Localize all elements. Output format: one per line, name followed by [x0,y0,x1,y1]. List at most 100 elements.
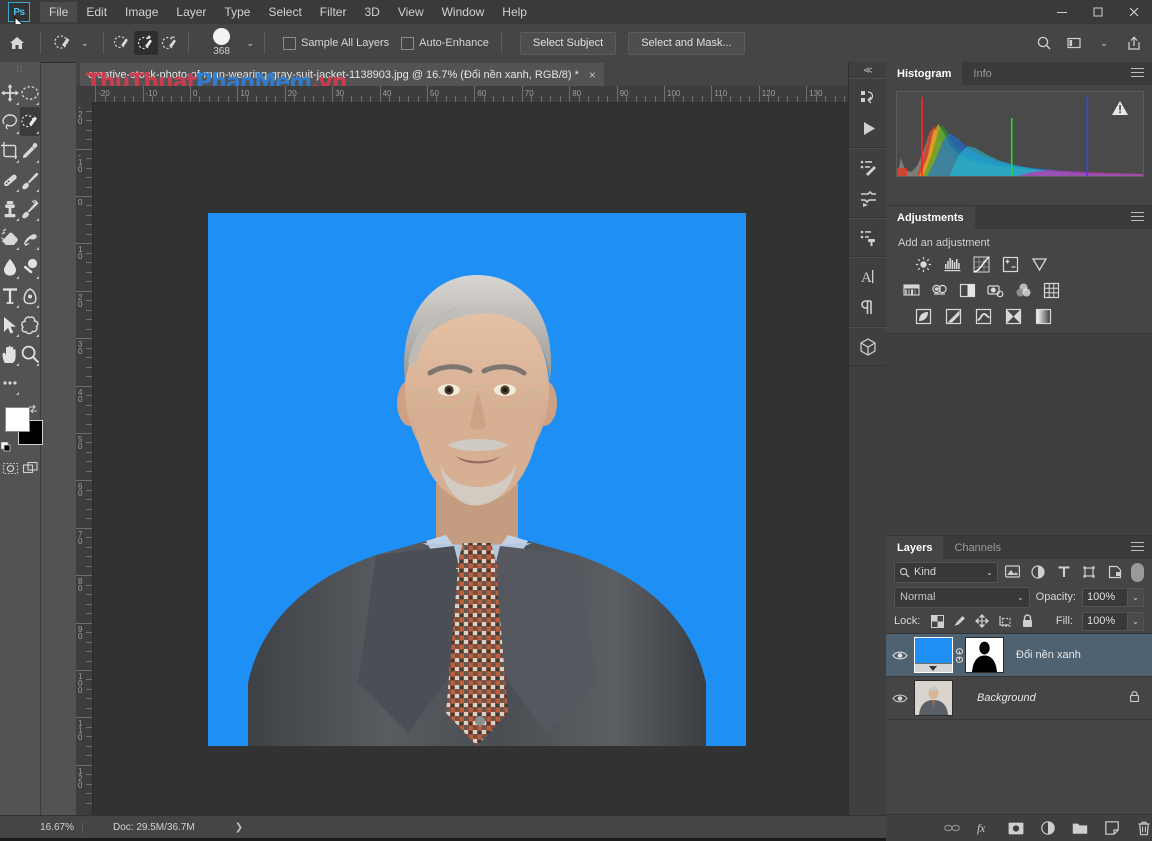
menu-item-edit[interactable]: Edit [77,2,116,22]
maximize-button[interactable] [1080,0,1116,24]
layer-thumbnail[interactable] [914,637,953,673]
black-white-icon[interactable] [958,281,977,300]
brightness-contrast-icon[interactable] [914,255,933,274]
menu-item-file[interactable]: File [40,2,77,22]
history-icon[interactable] [849,82,887,113]
chevron-right-icon[interactable]: ❯ [235,822,243,833]
zoom-tool-icon[interactable] [20,339,40,368]
canvas-stage[interactable] [93,103,848,816]
vertical-ruler[interactable]: -20-100102030405060708090100110120 [76,102,93,816]
threshold-icon[interactable] [974,307,993,326]
menu-item-type[interactable]: Type [215,2,259,22]
ruler-corner[interactable] [76,86,93,103]
vibrance-icon[interactable] [1030,255,1049,274]
tab-layers[interactable]: Layers [886,536,943,559]
select-and-mask-button[interactable]: Select and Mask... [628,32,745,55]
photo-filter-icon[interactable] [986,281,1005,300]
pixel-layer-filter-icon[interactable] [1002,562,1024,582]
sample-all-layers-checkbox[interactable]: Sample All Layers [283,37,389,50]
screen-mode-icon[interactable] [20,455,40,481]
fill-input[interactable]: 100% [1082,612,1128,631]
dodge-tool-icon[interactable] [20,252,40,281]
document-image[interactable] [208,213,746,746]
eraser-tool-icon[interactable] [0,223,20,252]
photoshop-logo-icon[interactable]: Ps [8,2,30,22]
healing-brush-tool-icon[interactable] [0,165,20,194]
opacity-stepper-chevron-down-icon[interactable]: ⌄ [1128,588,1144,607]
color-balance-icon[interactable] [930,281,949,300]
lock-transparent-pixels-icon[interactable] [929,613,945,629]
pen-tool-icon[interactable] [20,281,40,310]
default-colors-icon[interactable] [1,442,13,454]
auto-enhance-checkbox[interactable]: Auto-Enhance [401,37,489,50]
table-row[interactable]: Đổi nền xanh [886,634,1152,677]
type-tool-icon[interactable] [0,281,20,310]
select-subject-button[interactable]: Select Subject [520,32,616,55]
new-layer-icon[interactable] [1104,820,1120,836]
quick-selection-tool-icon[interactable] [51,31,75,55]
layer-thumbnail[interactable] [914,680,953,716]
menu-item-3d[interactable]: 3D [355,2,388,22]
search-icon[interactable] [1030,29,1058,57]
path-selection-tool-icon[interactable] [0,310,20,339]
exposure-icon[interactable] [1001,255,1020,274]
brush-tool-icon[interactable] [20,165,40,194]
link-icon[interactable] [953,648,965,663]
collapse-panels-icon[interactable]: ≪ [849,62,887,78]
channel-mixer-icon[interactable] [1014,281,1033,300]
quick-mask-icon[interactable] [0,455,20,481]
toolbar-grip[interactable]: ⁞⁞ [0,62,40,76]
history-brush-tool-icon[interactable] [20,194,40,223]
tool-presets-icon[interactable] [849,183,887,214]
brush-options-chevron-down-icon[interactable]: ⌄ [243,38,259,49]
fill-stepper-chevron-down-icon[interactable]: ⌄ [1128,612,1144,631]
brush-presets-icon[interactable] [849,152,887,183]
layer-name[interactable]: Đổi nền xanh [1016,649,1081,661]
brush-size-picker[interactable]: 368 [201,30,243,57]
menu-item-select[interactable]: Select [259,2,310,22]
horizontal-ruler[interactable]: -20-100102030405060708090100110120130 [92,86,848,103]
blend-mode-select[interactable]: Normal ⌄ [894,587,1030,608]
subtract-from-selection-button[interactable] [158,31,182,55]
3d-icon[interactable] [849,331,887,362]
lock-icon[interactable] [1129,690,1140,706]
blur-tool-icon[interactable] [0,252,20,281]
move-tool-icon[interactable] [0,78,20,107]
minimize-button[interactable] [1044,0,1080,24]
posterize-icon[interactable] [944,307,963,326]
actions-play-icon[interactable] [849,113,887,144]
tab-histogram[interactable]: Histogram [886,62,962,85]
selective-color-icon[interactable] [1034,307,1053,326]
layer-visibility-toggle[interactable] [886,650,914,661]
new-group-icon[interactable] [1072,820,1088,836]
levels-icon[interactable] [943,255,962,274]
layer-mask-thumbnail[interactable] [965,637,1004,673]
swap-colors-icon[interactable] [27,403,39,415]
close-icon[interactable]: × [589,68,596,82]
gradient-map-icon[interactable] [1004,307,1023,326]
hand-tool-icon[interactable] [0,339,20,368]
layer-name[interactable]: Background [977,692,1036,704]
character-icon[interactable]: A [849,261,887,292]
paragraph-icon[interactable] [849,292,887,323]
menu-item-window[interactable]: Window [433,2,494,22]
menu-item-help[interactable]: Help [493,2,536,22]
new-adjustment-layer-icon[interactable] [1040,820,1056,836]
tab-info[interactable]: Info [962,62,1002,85]
lock-all-icon[interactable] [1019,613,1035,629]
opacity-input[interactable]: 100% [1082,588,1128,607]
filter-toggle[interactable] [1131,563,1144,582]
tab-channels[interactable]: Channels [943,536,1011,559]
zoom-level[interactable]: 16.67% [14,822,83,833]
tab-adjustments[interactable]: Adjustments [886,206,975,229]
marquee-tool-icon[interactable] [20,78,40,107]
shape-layer-filter-icon[interactable] [1078,562,1100,582]
crop-tool-icon[interactable] [0,136,20,165]
edit-toolbar-tool-icon[interactable] [0,368,20,397]
panel-menu-icon[interactable] [1131,68,1144,80]
add-to-selection-button[interactable] [134,31,158,55]
curves-icon[interactable] [972,255,991,274]
lock-artboard-nesting-icon[interactable] [997,613,1013,629]
eyedropper-tool-icon[interactable] [20,136,40,165]
workspace-icon[interactable] [1060,29,1088,57]
